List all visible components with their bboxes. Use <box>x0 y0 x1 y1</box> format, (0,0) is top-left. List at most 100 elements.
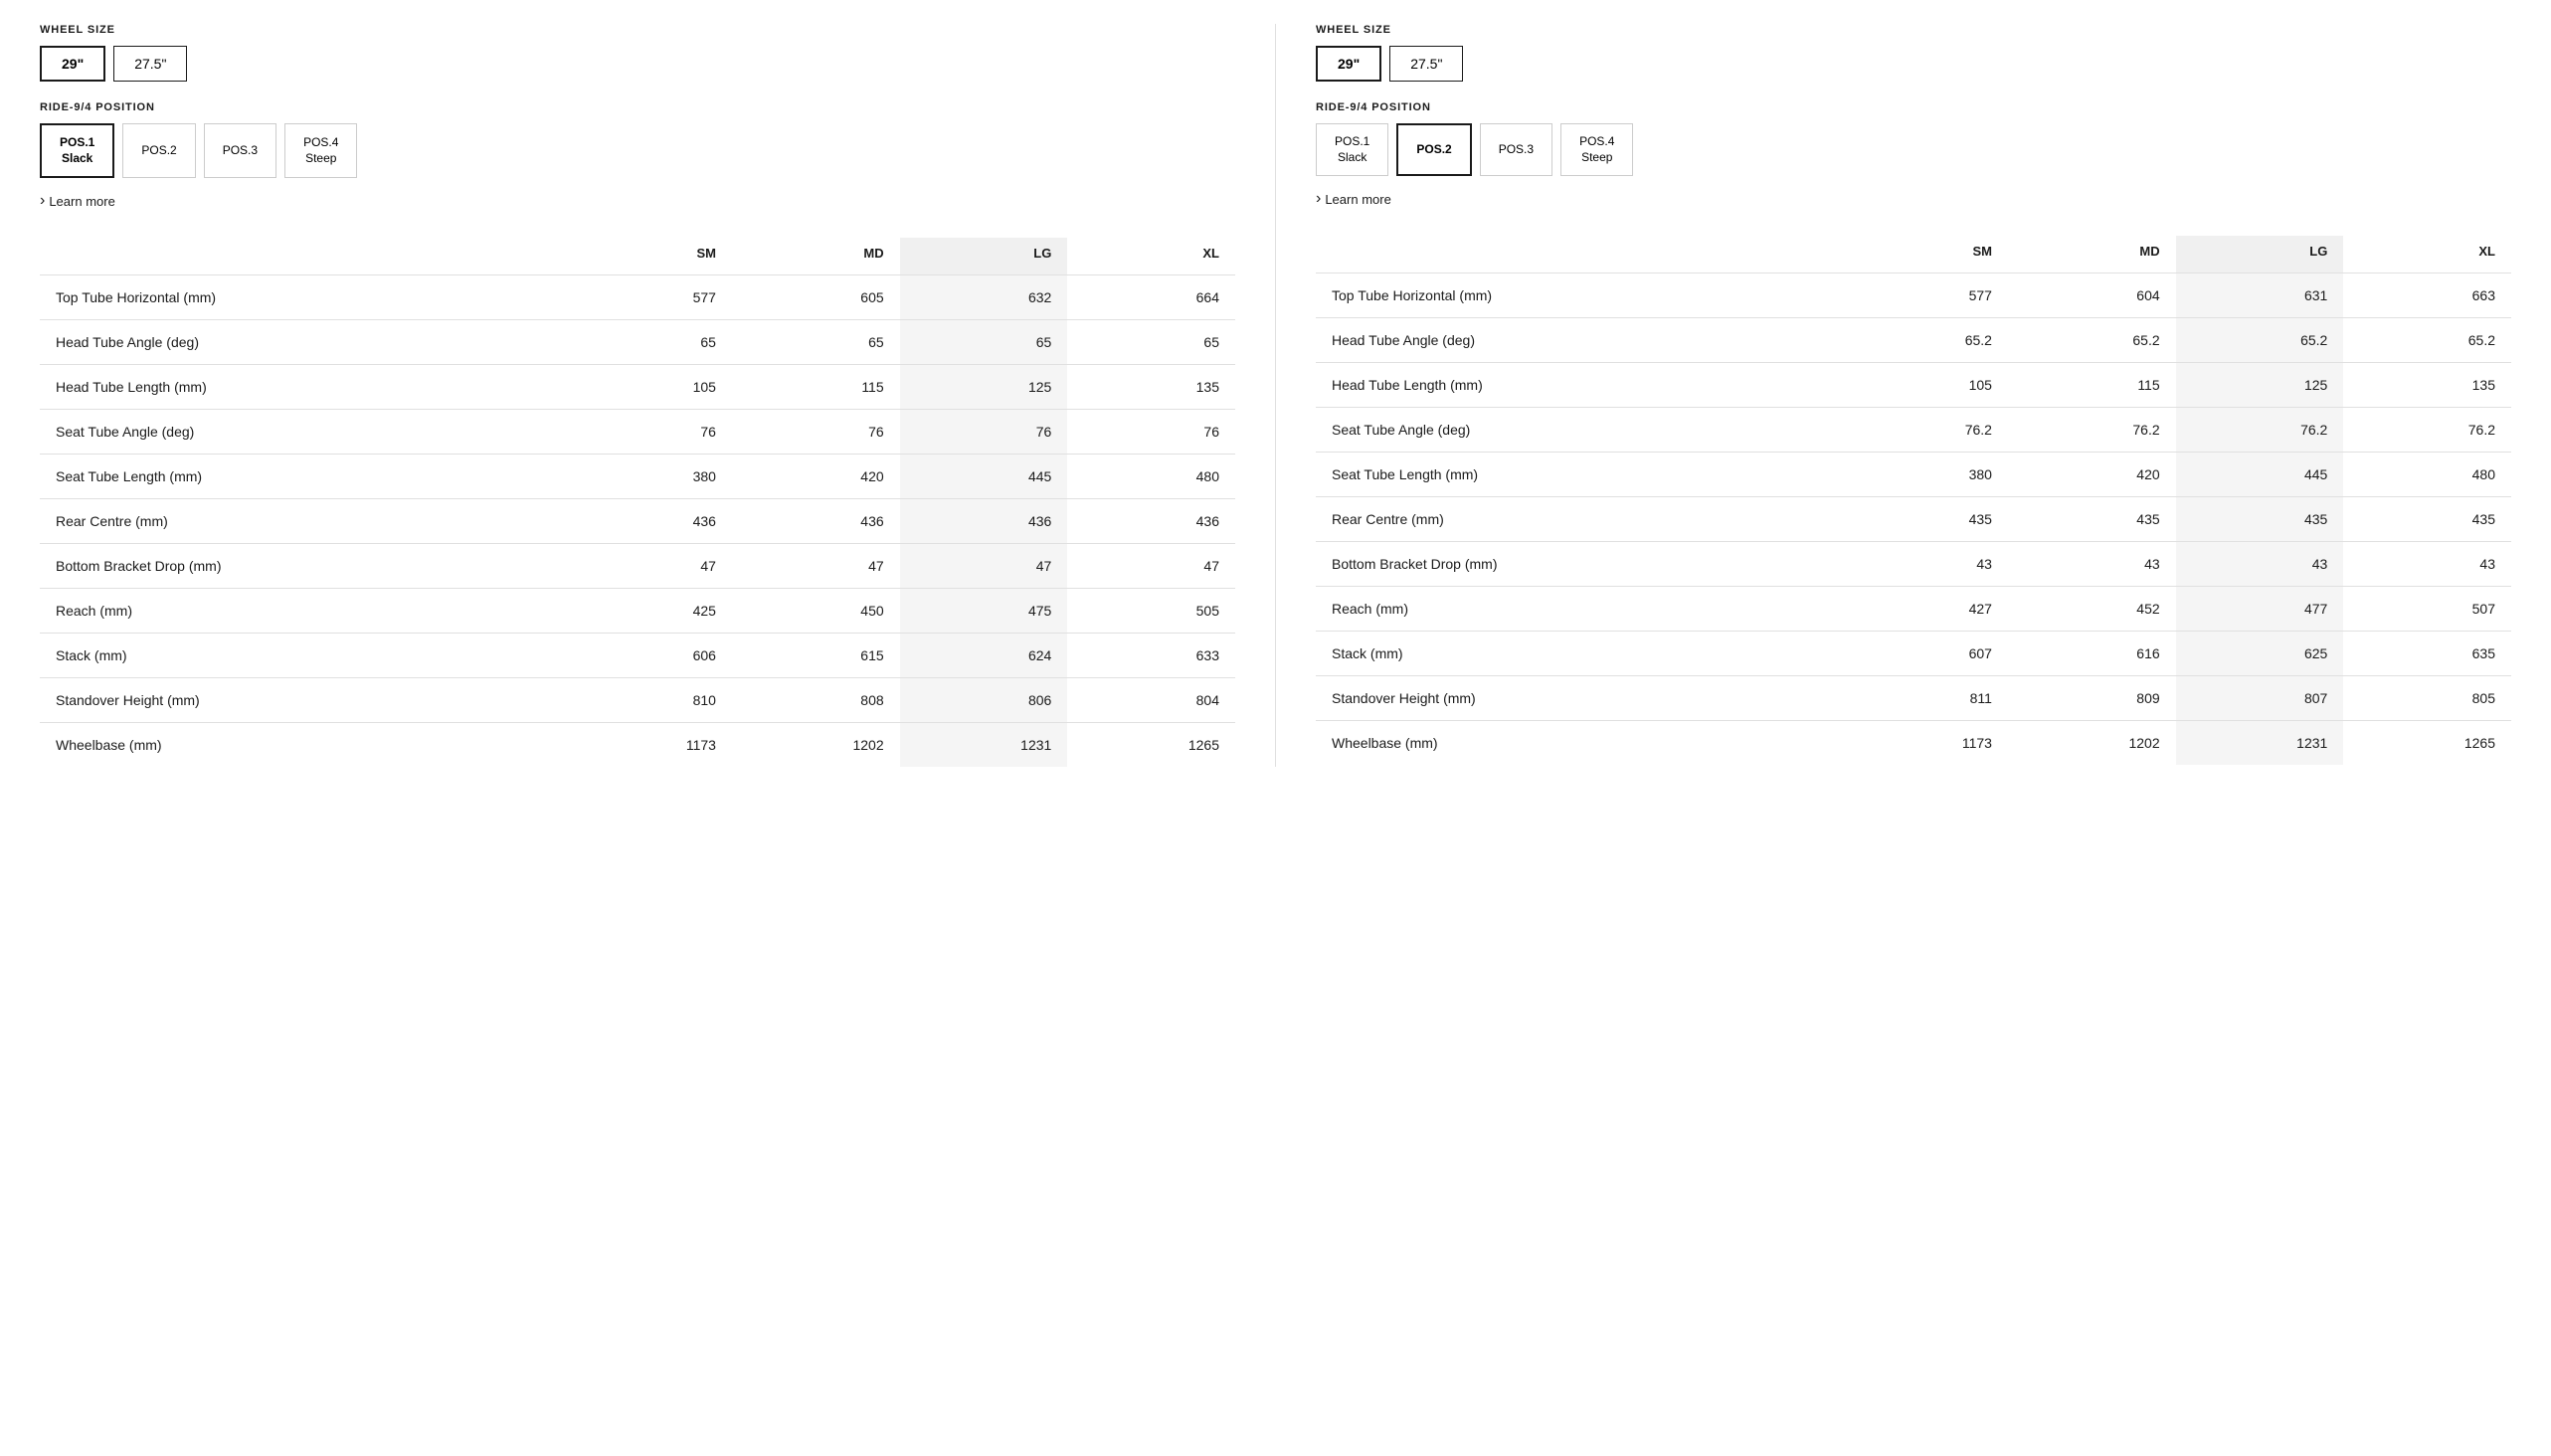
left-cell: 1231 <box>900 723 1068 768</box>
page-container: WHEEL SIZE 29" 27.5" RIDE-9/4 POSITION P… <box>0 0 2551 791</box>
left-cell: 125 <box>900 365 1068 410</box>
left-row-label: Wheelbase (mm) <box>40 723 567 768</box>
left-row-label: Bottom Bracket Drop (mm) <box>40 544 567 589</box>
right-wheel-size-section: WHEEL SIZE 29" 27.5" <box>1316 24 2511 82</box>
left-cell: 606 <box>567 634 732 678</box>
right-table-row: Standover Height (mm)811809807805 <box>1316 676 2511 721</box>
left-table-row: Standover Height (mm)810808806804 <box>40 678 1235 723</box>
right-row-label: Wheelbase (mm) <box>1316 721 1843 766</box>
right-cell: 631 <box>2176 273 2344 318</box>
left-cell: 76 <box>900 410 1068 455</box>
right-cell: 477 <box>2176 587 2344 632</box>
right-wheel-275-btn[interactable]: 27.5" <box>1389 46 1463 82</box>
left-cell: 1202 <box>732 723 900 768</box>
right-table-row: Stack (mm)607616625635 <box>1316 632 2511 676</box>
right-cell: 65.2 <box>2176 318 2344 363</box>
right-cell: 435 <box>1843 497 2008 542</box>
left-table-row: Bottom Bracket Drop (mm)47474747 <box>40 544 1235 589</box>
left-table-row: Rear Centre (mm)436436436436 <box>40 499 1235 544</box>
right-col-header-md: MD <box>2008 236 2176 273</box>
left-cell: 76 <box>1067 410 1235 455</box>
left-row-label: Rear Centre (mm) <box>40 499 567 544</box>
right-pos2-btn[interactable]: POS.2 <box>1396 123 1471 176</box>
left-cell: 664 <box>1067 275 1235 320</box>
right-learn-more-link[interactable]: Learn more <box>1316 190 1391 208</box>
left-cell: 135 <box>1067 365 1235 410</box>
left-wheel-275-btn[interactable]: 27.5" <box>113 46 187 82</box>
left-cell: 1173 <box>567 723 732 768</box>
left-ride-position-label: RIDE-9/4 POSITION <box>40 101 1235 113</box>
right-cell: 435 <box>2176 497 2344 542</box>
right-cell: 604 <box>2008 273 2176 318</box>
left-row-label: Standover Height (mm) <box>40 678 567 723</box>
right-col-header-xl: XL <box>2343 236 2511 273</box>
left-cell: 445 <box>900 455 1068 499</box>
right-table-row: Wheelbase (mm)1173120212311265 <box>1316 721 2511 766</box>
left-col-header-lg: LG <box>900 238 1068 275</box>
left-cell: 475 <box>900 589 1068 634</box>
right-table-row: Reach (mm)427452477507 <box>1316 587 2511 632</box>
left-table-row: Wheelbase (mm)1173120212311265 <box>40 723 1235 768</box>
left-table-row: Top Tube Horizontal (mm)577605632664 <box>40 275 1235 320</box>
left-learn-more-link[interactable]: Learn more <box>40 192 115 210</box>
right-cell: 1265 <box>2343 721 2511 766</box>
left-col-header-md: MD <box>732 238 900 275</box>
left-spec-table: SM MD LG XL Top Tube Horizontal (mm)5776… <box>40 238 1235 767</box>
left-wheel-29-btn[interactable]: 29" <box>40 46 105 82</box>
left-pos1-btn[interactable]: POS.1Slack <box>40 123 114 178</box>
right-cell: 807 <box>2176 676 2344 721</box>
left-cell: 436 <box>567 499 732 544</box>
right-cell: 427 <box>1843 587 2008 632</box>
left-table-row: Reach (mm)425450475505 <box>40 589 1235 634</box>
left-wheel-size-label: WHEEL SIZE <box>40 24 1235 36</box>
left-cell: 436 <box>900 499 1068 544</box>
right-pos4-btn[interactable]: POS.4Steep <box>1560 123 1633 176</box>
left-pos2-btn[interactable]: POS.2 <box>122 123 195 178</box>
left-pos4-btn[interactable]: POS.4Steep <box>284 123 357 178</box>
right-col-header-lg: LG <box>2176 236 2344 273</box>
right-wheel-29-btn[interactable]: 29" <box>1316 46 1381 82</box>
right-cell: 507 <box>2343 587 2511 632</box>
left-cell: 47 <box>732 544 900 589</box>
left-cell: 450 <box>732 589 900 634</box>
left-cell: 436 <box>1067 499 1235 544</box>
left-cell: 115 <box>732 365 900 410</box>
left-cell: 1265 <box>1067 723 1235 768</box>
left-pos3-btn[interactable]: POS.3 <box>204 123 276 178</box>
left-table-row: Stack (mm)606615624633 <box>40 634 1235 678</box>
right-ride-position-section: RIDE-9/4 POSITION POS.1Slack POS.2 POS.3… <box>1316 101 2511 176</box>
right-row-label: Seat Tube Length (mm) <box>1316 453 1843 497</box>
right-table-row: Seat Tube Length (mm)380420445480 <box>1316 453 2511 497</box>
right-ride-position-label: RIDE-9/4 POSITION <box>1316 101 2511 113</box>
right-pos-group: POS.1Slack POS.2 POS.3 POS.4Steep <box>1316 123 2511 176</box>
left-table-row: Head Tube Angle (deg)65656565 <box>40 320 1235 365</box>
right-cell: 435 <box>2343 497 2511 542</box>
right-table-row: Seat Tube Angle (deg)76.276.276.276.2 <box>1316 408 2511 453</box>
right-cell: 76.2 <box>2343 408 2511 453</box>
left-cell: 65 <box>900 320 1068 365</box>
left-cell: 105 <box>567 365 732 410</box>
right-row-label: Head Tube Angle (deg) <box>1316 318 1843 363</box>
right-cell: 76.2 <box>2176 408 2344 453</box>
left-panel: WHEEL SIZE 29" 27.5" RIDE-9/4 POSITION P… <box>40 24 1275 767</box>
right-cell: 65.2 <box>2008 318 2176 363</box>
right-pos3-btn[interactable]: POS.3 <box>1480 123 1552 176</box>
right-col-header-sm: SM <box>1843 236 2008 273</box>
right-row-label: Top Tube Horizontal (mm) <box>1316 273 1843 318</box>
right-row-label: Stack (mm) <box>1316 632 1843 676</box>
right-cell: 607 <box>1843 632 2008 676</box>
left-row-label: Top Tube Horizontal (mm) <box>40 275 567 320</box>
left-cell: 633 <box>1067 634 1235 678</box>
right-cell: 805 <box>2343 676 2511 721</box>
left-cell: 505 <box>1067 589 1235 634</box>
left-cell: 76 <box>732 410 900 455</box>
left-cell: 804 <box>1067 678 1235 723</box>
right-cell: 1202 <box>2008 721 2176 766</box>
left-table-row: Seat Tube Length (mm)380420445480 <box>40 455 1235 499</box>
right-cell: 135 <box>2343 363 2511 408</box>
left-row-label: Seat Tube Length (mm) <box>40 455 567 499</box>
right-cell: 420 <box>2008 453 2176 497</box>
right-cell: 663 <box>2343 273 2511 318</box>
right-pos1-btn[interactable]: POS.1Slack <box>1316 123 1388 176</box>
right-cell: 435 <box>2008 497 2176 542</box>
